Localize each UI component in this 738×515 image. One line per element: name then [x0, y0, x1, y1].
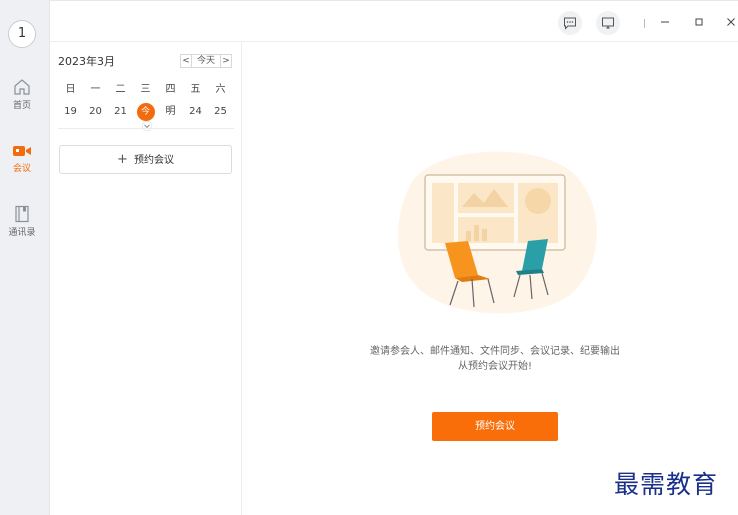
calendar-day[interactable]: 明 — [158, 103, 183, 121]
weekday-label: 日 — [65, 84, 76, 95]
home-icon — [14, 79, 30, 95]
weekday-label: 三 — [140, 84, 151, 95]
screen-share-button[interactable] — [596, 11, 620, 35]
meeting-list-area: 邀请参会人、邮件通知、文件同步、会议记录、纪要输出 从预约会议开始! 预约会议 — [242, 42, 738, 515]
nav-item-contacts[interactable]: 通讯录 — [0, 205, 44, 238]
schedule-meeting-cta-button[interactable]: 预约会议 — [432, 412, 558, 441]
calendar-panel: 2023年3月 < 今天 > 日 一 二 三 四 五 六 19 20 21 今 … — [50, 42, 242, 515]
week-days-row: 19 20 21 今 明 24 25 — [58, 103, 234, 121]
calendar-day[interactable]: 19 — [58, 103, 83, 121]
user-avatar[interactable]: 1 — [8, 20, 36, 48]
feedback-icon — [564, 17, 576, 30]
maximize-icon[interactable] — [692, 15, 706, 29]
empty-state-message: 邀请参会人、邮件通知、文件同步、会议记录、纪要输出 从预约会议开始! — [242, 344, 738, 374]
calendar-month-label: 2023年3月 — [58, 55, 115, 68]
schedule-meeting-label: 预约会议 — [133, 155, 174, 166]
calendar-day-today[interactable]: 今 — [133, 103, 158, 121]
calendar-divider — [58, 128, 234, 129]
weekday-label: 二 — [115, 84, 126, 95]
title-bar — [50, 0, 738, 42]
minimize-icon[interactable] — [658, 15, 672, 29]
calendar-next-button[interactable]: > — [220, 54, 232, 68]
calendar-day[interactable]: 21 — [108, 103, 133, 121]
empty-state-line-2: 从预约会议开始! — [457, 361, 532, 372]
empty-state-line-1: 邀请参会人、邮件通知、文件同步、会议记录、纪要输出 — [370, 346, 620, 357]
feedback-button[interactable] — [558, 11, 582, 35]
nav-item-home-label: 首页 — [12, 101, 31, 111]
left-nav-rail: 1 首页 会议 通讯录 — [0, 0, 50, 515]
empty-meeting-illustration — [398, 151, 597, 314]
weekday-label: 五 — [190, 84, 201, 95]
today-marker: 今 — [136, 103, 155, 121]
meeting-app-window: 1 首页 会议 通讯录 2023年3月 < 今天 > 日 一 二 三 四 五 六… — [0, 0, 738, 515]
calendar-day[interactable]: 24 — [183, 103, 208, 121]
calendar-day[interactable]: 25 — [208, 103, 233, 121]
calendar-today-button[interactable]: 今天 — [192, 54, 220, 68]
weekday-header: 日 一 二 三 四 五 六 — [58, 80, 234, 95]
close-icon[interactable] — [724, 15, 738, 29]
calendar-day[interactable]: 20 — [83, 103, 108, 121]
window-controls-separator — [644, 19, 645, 28]
weekday-label: 四 — [165, 84, 176, 95]
nav-item-contacts-label: 通讯录 — [8, 228, 36, 238]
calendar-nav: < 今天 > — [180, 54, 232, 68]
weekday-label: 六 — [215, 84, 226, 95]
calendar-prev-button[interactable]: < — [180, 54, 192, 68]
nav-item-meeting[interactable]: 会议 — [0, 143, 44, 174]
screen-share-icon — [602, 17, 614, 29]
nav-item-home[interactable]: 首页 — [0, 78, 44, 111]
meeting-camera-icon — [13, 146, 31, 156]
chevron-down-icon[interactable] — [140, 121, 154, 131]
weekday-label: 一 — [90, 84, 101, 95]
contacts-book-icon — [15, 205, 29, 223]
schedule-meeting-button[interactable]: + 预约会议 — [59, 145, 232, 174]
plus-icon: + — [117, 152, 128, 167]
nav-item-meeting-label: 会议 — [12, 164, 31, 174]
watermark-text: 最需教育 — [614, 470, 719, 499]
